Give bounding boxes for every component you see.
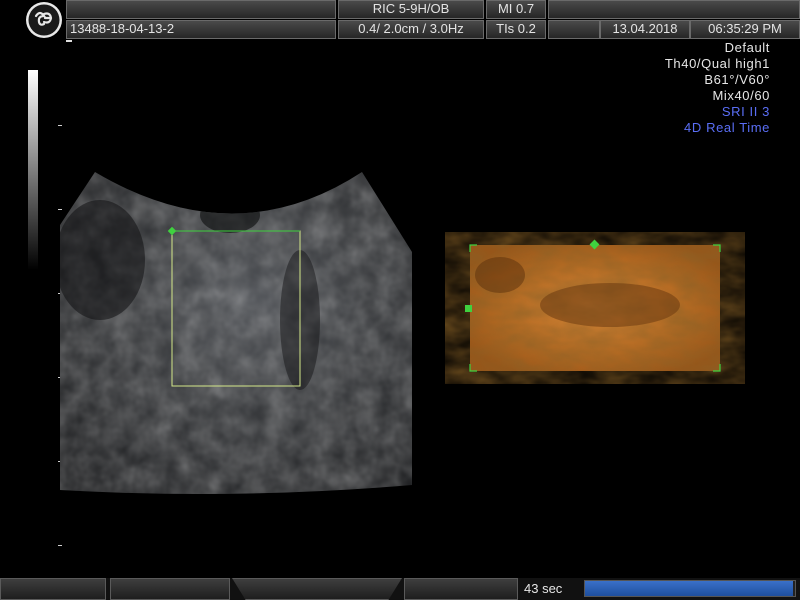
acquisition-timer: 43 sec xyxy=(524,581,563,596)
footer-segment[interactable] xyxy=(404,578,518,600)
volume-render-view[interactable] xyxy=(0,0,800,600)
footer-segment[interactable] xyxy=(110,578,230,600)
progress-fill xyxy=(585,581,793,596)
footer-segment[interactable] xyxy=(232,578,402,600)
footer-segment xyxy=(0,578,106,600)
acquisition-progress-bar xyxy=(584,580,796,597)
render-side-marker xyxy=(465,305,472,312)
